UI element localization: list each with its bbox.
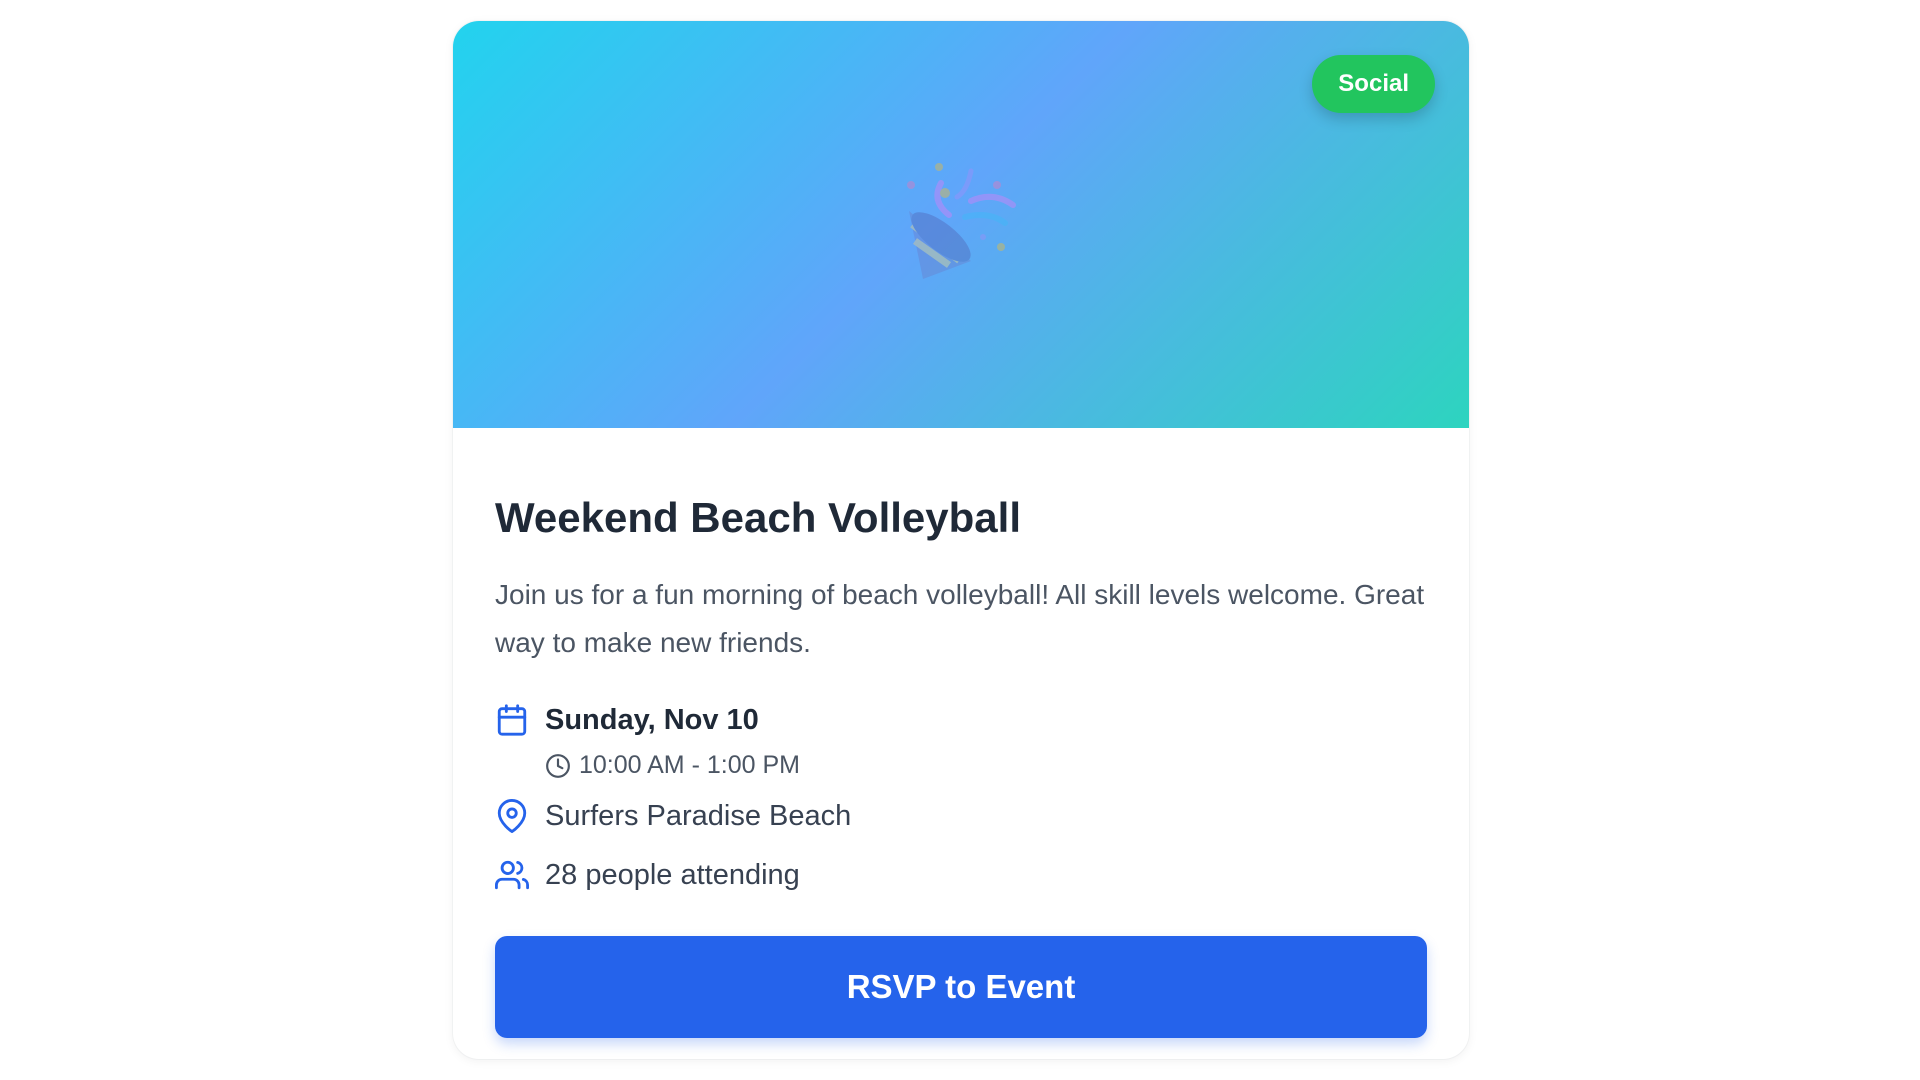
event-date: Sunday, Nov 10 (545, 703, 759, 736)
rsvp-button[interactable]: RSVP to Event (495, 936, 1427, 1038)
event-description: Join us for a fun morning of beach volle… (495, 579, 1425, 658)
event-attendees-row: 28 people attending (495, 858, 800, 892)
clock-icon (546, 753, 570, 778)
map-pin-icon (497, 799, 527, 833)
event-time: 10:00 AM - 1:00 PM (579, 751, 800, 779)
category-badge: Social (1312, 55, 1435, 113)
users-icon (495, 860, 529, 890)
event-date-row: Sunday, Nov 10 (495, 703, 759, 737)
party-popper-icon (907, 163, 1016, 279)
event-location-row: Surfers Paradise Beach (495, 799, 851, 833)
event-time-row: 10:00 AM - 1:00 PM (545, 751, 800, 780)
event-hero-banner: Social (453, 21, 1469, 428)
calendar-icon (497, 704, 527, 736)
event-location: Surfers Paradise Beach (545, 799, 852, 832)
attendee-count: 28 people attending (545, 858, 800, 891)
event-card: Social Weekend Beach Volleyball Join us … (453, 21, 1469, 1059)
event-title: Weekend Beach Volleyball (495, 494, 1021, 541)
